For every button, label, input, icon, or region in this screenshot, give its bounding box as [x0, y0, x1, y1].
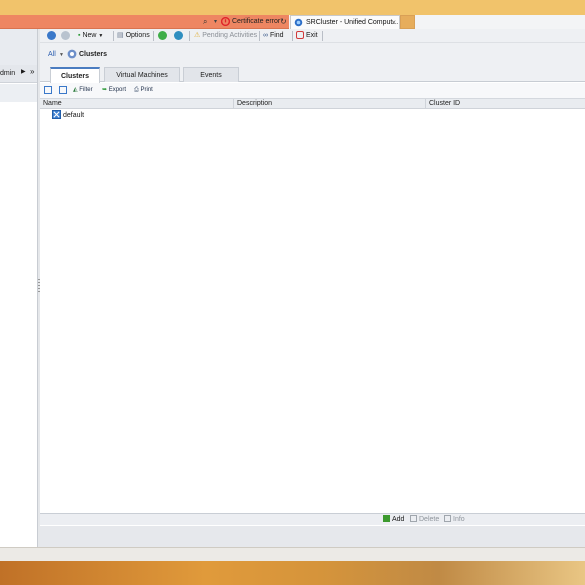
- delete-label: Delete: [419, 516, 440, 523]
- filter-label: Filter: [79, 87, 93, 93]
- info-icon: [174, 31, 183, 40]
- print-label: Print: [140, 87, 153, 93]
- info-button[interactable]: Info: [444, 515, 465, 525]
- sidebar-item-admin[interactable]: dmin ▶ »: [0, 65, 37, 83]
- pending-activities-label: Pending Activities: [202, 32, 258, 39]
- add-button[interactable]: Add: [383, 515, 404, 525]
- toolbar-separator: [113, 31, 114, 41]
- exit-icon: [296, 31, 304, 39]
- breadcrumb: All ▼ Clusters: [40, 43, 585, 65]
- browser-tab[interactable]: SRCluster - Unified Comput... ×: [290, 15, 400, 29]
- collapse-all-icon: [59, 86, 67, 94]
- print-button[interactable]: ⎙ Print: [134, 86, 153, 95]
- chevron-down-icon[interactable]: ▼: [59, 50, 64, 60]
- options-button-label: Options: [125, 32, 150, 39]
- filter-icon: ◭: [73, 87, 78, 93]
- expand-icon[interactable]: ▶: [21, 68, 26, 77]
- window-bottom-border: [0, 547, 585, 561]
- sidebar-header: [0, 29, 37, 65]
- favicon-icon: [294, 18, 303, 27]
- help-icon: [158, 31, 167, 40]
- info-icon: [444, 515, 451, 522]
- main-toolbar: ▪ New ▼ ▤ Options ⚠ Pending Activities ∞…: [40, 29, 585, 43]
- toolbar-separator: [292, 31, 293, 41]
- breadcrumb-all-link[interactable]: All: [48, 50, 56, 60]
- status-area: [40, 526, 585, 547]
- expand-all-icon: [44, 86, 52, 94]
- export-label: Export: [108, 87, 127, 93]
- new-tab-button[interactable]: [400, 15, 415, 29]
- page-title: Clusters: [79, 51, 108, 58]
- certificate-error-icon[interactable]: [221, 17, 230, 26]
- tab-bar: Clusters Virtual Machines Events: [40, 65, 585, 83]
- tab-events[interactable]: Events: [183, 67, 239, 82]
- info-label: Info: [453, 516, 465, 523]
- tab-title: SRCluster - Unified Comput...: [306, 19, 399, 26]
- main-panel: ▪ New ▼ ▤ Options ⚠ Pending Activities ∞…: [40, 29, 585, 547]
- navigation-sidebar: dmin ▶ »: [0, 29, 38, 547]
- table-header: Name Description Cluster ID: [40, 99, 585, 109]
- options-button[interactable]: ▤ Options: [117, 31, 150, 41]
- back-icon: [47, 31, 56, 40]
- delete-icon: [410, 515, 417, 522]
- toolbar-separator: [322, 31, 323, 41]
- column-header-name[interactable]: Name: [40, 99, 234, 109]
- clusters-table: Name Description Cluster ID default: [40, 98, 585, 515]
- printer-icon: ⎙: [134, 87, 139, 93]
- browser-title-strip: [0, 0, 585, 15]
- collapse-sidebar-icon[interactable]: »: [30, 67, 34, 76]
- find-button-label: Find: [269, 32, 284, 39]
- help-button[interactable]: [158, 31, 167, 41]
- detail-actions-bar: Add Delete Info: [40, 513, 585, 525]
- new-button-label: New: [82, 32, 97, 39]
- chevron-down-icon: ▼: [98, 33, 104, 39]
- column-header-description[interactable]: Description: [234, 99, 426, 109]
- column-header-cluster-id[interactable]: Cluster ID: [426, 99, 585, 109]
- warning-icon: ⚠: [194, 32, 201, 39]
- new-button[interactable]: ▪ New ▼: [78, 31, 103, 41]
- cluster-icon: [52, 110, 61, 119]
- chevron-down-icon[interactable]: ▾: [214, 17, 217, 27]
- cluster-name-cell[interactable]: default: [63, 111, 84, 120]
- export-button[interactable]: ➥ Export: [102, 86, 126, 95]
- certificate-error-label[interactable]: Certificate error: [232, 17, 280, 27]
- forward-button[interactable]: [61, 31, 70, 41]
- address-bar[interactable]: ⌕ ▾ Certificate error ↻: [0, 15, 289, 29]
- forward-icon: [61, 31, 70, 40]
- desktop-background: [0, 561, 585, 585]
- info-button[interactable]: [174, 31, 183, 41]
- add-label: Add: [392, 516, 405, 523]
- sidebar-item-selected[interactable]: [0, 84, 37, 102]
- tab-virtual-machines[interactable]: Virtual Machines: [104, 67, 180, 82]
- filter-button[interactable]: ◭ Filter: [73, 86, 93, 95]
- back-button[interactable]: [47, 31, 56, 41]
- add-icon: [383, 515, 390, 522]
- exit-button[interactable]: Exit: [296, 31, 318, 41]
- table-row[interactable]: default: [40, 110, 585, 121]
- search-icon[interactable]: ⌕: [203, 17, 213, 27]
- pending-activities-button[interactable]: ⚠ Pending Activities: [194, 31, 257, 41]
- exit-button-label: Exit: [305, 32, 318, 39]
- close-icon[interactable]: ×: [391, 17, 396, 28]
- collapse-all-button[interactable]: [59, 86, 67, 95]
- tab-clusters[interactable]: Clusters: [50, 67, 100, 83]
- sidebar-item-label: dmin: [0, 70, 16, 77]
- toolbar-separator: [189, 31, 190, 41]
- find-button[interactable]: ∞ Find: [263, 31, 284, 41]
- options-icon: ▤: [117, 32, 124, 39]
- plus-icon: ▪: [78, 32, 81, 39]
- toolbar-separator: [153, 31, 154, 41]
- export-icon: ➥: [102, 87, 108, 93]
- expand-all-button[interactable]: [44, 86, 52, 95]
- clusters-icon: [67, 49, 77, 59]
- binoculars-icon: ∞: [263, 32, 268, 39]
- grid-actions: ◭ Filter ➥ Export ⎙ Print: [40, 83, 585, 98]
- refresh-icon[interactable]: ↻: [280, 16, 287, 27]
- delete-button[interactable]: Delete: [410, 515, 439, 525]
- toolbar-separator: [259, 31, 260, 41]
